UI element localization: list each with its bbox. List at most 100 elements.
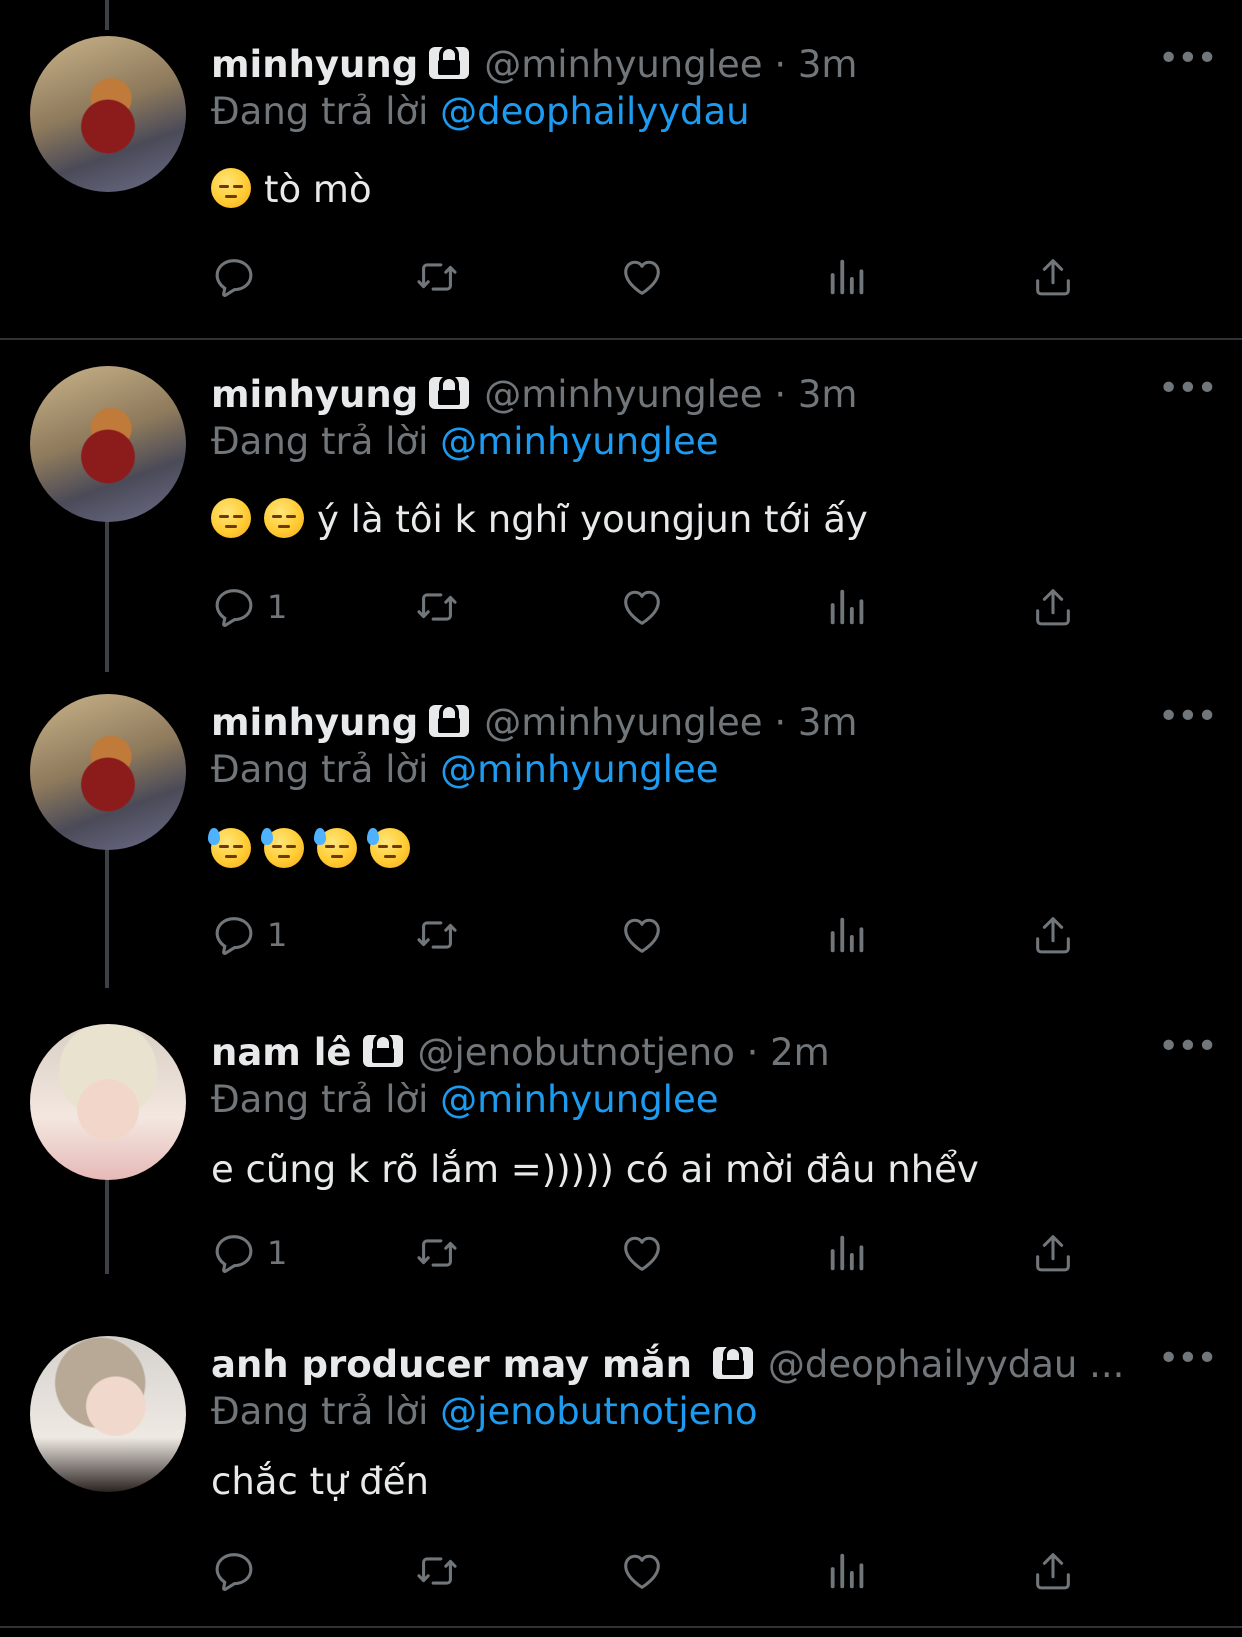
display-name[interactable]: anh producer may mắn <box>211 1343 692 1386</box>
timestamp[interactable]: · 3m <box>774 701 857 744</box>
reply-prefix: Đang trả lời <box>211 1078 429 1121</box>
retweet-icon <box>417 1239 457 1267</box>
timestamp[interactable]: · 3m <box>774 373 857 416</box>
mention-link[interactable]: @minhyunglee <box>440 420 718 463</box>
display-name[interactable]: minhyung <box>211 43 418 86</box>
retweet-button[interactable] <box>414 1546 460 1596</box>
pensive-face-emoji <box>264 497 304 538</box>
tweet[interactable]: minhyung @minhyunglee · 3m ••• Đang trả l… <box>0 366 1242 666</box>
retweet-icon <box>417 593 457 621</box>
avatar[interactable] <box>30 1024 186 1180</box>
share-icon <box>1036 589 1070 626</box>
like-icon <box>624 918 660 953</box>
retweet-button[interactable] <box>414 252 460 302</box>
share-button[interactable] <box>1030 1228 1076 1278</box>
like-button[interactable] <box>619 582 665 632</box>
pensive-face-emoji <box>211 167 251 208</box>
tweet-text-content: chắc tự đến <box>211 1460 429 1503</box>
avatar[interactable] <box>30 36 186 192</box>
more-icon[interactable]: ••• <box>1158 41 1218 77</box>
tweet[interactable]: nam lê @jenobutnotjeno · 2m ••• Đang trả … <box>0 1024 1242 1294</box>
views-button[interactable] <box>825 1228 871 1278</box>
views-icon <box>830 1553 864 1589</box>
tweet[interactable]: anh producer may mắn @deophailyydau ... •… <box>0 1336 1242 1606</box>
timestamp[interactable]: · 2m <box>747 1031 830 1074</box>
downcast-sweat-emoji <box>208 827 251 868</box>
tweet-text: tò mò <box>211 164 372 216</box>
like-icon <box>624 260 660 295</box>
views-button[interactable] <box>825 582 871 632</box>
more-icon[interactable]: ••• <box>1158 371 1218 407</box>
reply-context: Đang trả lời @minhyunglee <box>211 418 719 466</box>
user-handle[interactable]: @jenobutnotjeno <box>418 1031 735 1074</box>
tweet-text <box>208 824 423 876</box>
reply-count: 1 <box>267 588 288 626</box>
reply-button[interactable] <box>211 1546 267 1596</box>
timestamp[interactable]: · 3m <box>774 43 857 86</box>
mention-link[interactable]: @minhyunglee <box>440 748 718 791</box>
retweet-button[interactable] <box>414 582 460 632</box>
user-handle[interactable]: @minhyunglee <box>484 701 762 744</box>
more-icon[interactable]: ••• <box>1158 1029 1218 1065</box>
user-handle[interactable]: @minhyunglee <box>484 43 762 86</box>
tweet[interactable]: minhyung @minhyunglee · 3m ••• Đang trả l… <box>0 36 1242 326</box>
like-button[interactable] <box>619 252 665 302</box>
thread-line <box>105 0 109 30</box>
downcast-sweat-emoji <box>261 827 304 868</box>
display-name[interactable]: minhyung <box>211 701 418 744</box>
tweet-header: minhyung @minhyunglee · 3m <box>211 698 857 748</box>
more-icon[interactable]: ••• <box>1158 1341 1218 1377</box>
tweet-header: minhyung @minhyunglee · 3m <box>211 370 857 420</box>
tweet-text: e cũng k rõ lắm =))))) có ai mời đâu nhể… <box>211 1144 979 1196</box>
retweet-button[interactable] <box>414 910 460 960</box>
avatar[interactable] <box>30 694 186 850</box>
views-icon <box>830 917 864 953</box>
avatar[interactable] <box>30 366 186 522</box>
share-button[interactable] <box>1030 910 1076 960</box>
mention-link[interactable]: @deophailyydau <box>440 90 749 133</box>
like-button[interactable] <box>619 1228 665 1278</box>
tweet-header: nam lê @jenobutnotjeno · 2m <box>211 1028 830 1078</box>
share-button[interactable] <box>1030 1546 1076 1596</box>
user-handle[interactable]: @minhyunglee <box>484 373 762 416</box>
reply-icon <box>215 259 253 297</box>
reply-icon <box>215 1235 253 1273</box>
user-handle[interactable]: @deophailyydau ... <box>768 1343 1125 1386</box>
tweet-header: minhyung @minhyunglee · 3m <box>211 40 857 90</box>
retweet-icon <box>417 1557 457 1585</box>
tweet-header: anh producer may mắn @deophailyydau ... <box>211 1340 1124 1390</box>
tweet-text-content: tò mò <box>264 168 372 211</box>
reply-button[interactable] <box>211 252 267 302</box>
share-button[interactable] <box>1030 582 1076 632</box>
action-bar <box>0 1546 1242 1596</box>
mention-link[interactable]: @minhyunglee <box>440 1078 718 1121</box>
display-name[interactable]: minhyung <box>211 373 418 416</box>
like-button[interactable] <box>619 1546 665 1596</box>
lock-icon <box>429 374 470 409</box>
divider <box>0 338 1242 340</box>
action-bar: 1 <box>0 910 1242 960</box>
retweet-button[interactable] <box>414 1228 460 1278</box>
views-button[interactable] <box>825 910 871 960</box>
like-icon <box>624 590 660 625</box>
tweet[interactable]: minhyung @minhyunglee · 3m ••• Đang trả l… <box>0 694 1242 994</box>
share-icon <box>1036 259 1070 296</box>
more-icon[interactable]: ••• <box>1158 699 1218 735</box>
reply-prefix: Đang trả lời <box>211 90 429 133</box>
views-button[interactable] <box>825 252 871 302</box>
reply-button[interactable]: 1 <box>211 582 287 632</box>
tweet-text-content: ý là tôi k nghĩ youngjun tới ấy <box>317 498 868 541</box>
like-button[interactable] <box>619 910 665 960</box>
tweet-text-content: e cũng k rõ lắm =))))) có ai mời đâu nhể… <box>211 1148 979 1191</box>
reply-button[interactable]: 1 <box>211 910 287 960</box>
reply-count: 1 <box>267 1234 288 1272</box>
display-name[interactable]: nam lê <box>211 1031 352 1074</box>
reply-button[interactable]: 1 <box>211 1228 287 1278</box>
mention-link[interactable]: @jenobutnotjeno <box>440 1390 757 1433</box>
reply-context: Đang trả lời @deophailyydau <box>211 88 750 136</box>
downcast-sweat-emoji <box>314 827 357 868</box>
lock-icon <box>429 702 470 737</box>
avatar[interactable] <box>30 1336 186 1492</box>
share-button[interactable] <box>1030 252 1076 302</box>
views-button[interactable] <box>825 1546 871 1596</box>
